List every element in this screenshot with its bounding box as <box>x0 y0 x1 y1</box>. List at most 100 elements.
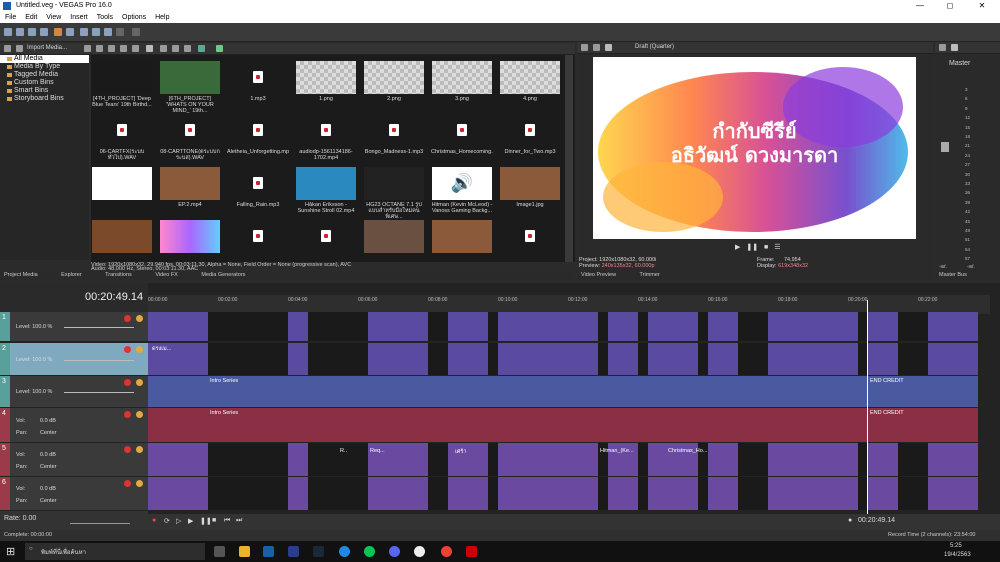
media-item[interactable]: 4.png <box>499 61 561 109</box>
solo-icon[interactable] <box>136 379 143 386</box>
timeline-clip[interactable] <box>448 312 488 341</box>
timeline-clip[interactable] <box>948 443 978 476</box>
tag-icon[interactable] <box>198 45 205 52</box>
track-header[interactable]: 5 Vol: 0.0 dB Pan: Center <box>0 443 148 477</box>
settings-icon[interactable] <box>132 45 139 52</box>
timeline-clip[interactable] <box>928 443 948 476</box>
timeline-clip[interactable] <box>708 477 738 510</box>
menu-file[interactable]: File <box>5 14 16 21</box>
fx-icon[interactable] <box>951 44 958 51</box>
timeline-clip[interactable] <box>868 443 898 476</box>
media-item[interactable]: 3.png <box>431 61 493 109</box>
new-project-icon[interactable] <box>4 28 12 36</box>
timeline-clip[interactable] <box>148 443 208 476</box>
loop-icon[interactable]: ⟳ <box>164 517 170 525</box>
media-item[interactable]: Christmas_Homecoming.mp3 <box>431 114 493 162</box>
mute-icon[interactable] <box>124 379 131 386</box>
timeline-clip[interactable] <box>148 376 978 407</box>
timeline-clip[interactable] <box>648 312 698 341</box>
track-header[interactable]: 4 Vol: 0.0 dB Pan: Center <box>0 408 148 443</box>
solo-icon[interactable] <box>136 346 143 353</box>
mute-icon[interactable] <box>124 411 131 418</box>
timeline-clip[interactable] <box>928 477 948 510</box>
import-media-button[interactable]: Import Media... <box>27 45 67 51</box>
timeline-clip[interactable] <box>288 312 308 341</box>
close-icon[interactable]: ✕ <box>967 0 997 12</box>
timeline-clip[interactable] <box>768 443 858 476</box>
undo-icon[interactable] <box>104 28 112 36</box>
playhead[interactable] <box>867 300 868 514</box>
file-explorer-icon[interactable] <box>239 546 250 557</box>
settings-icon[interactable] <box>593 44 600 51</box>
track-header[interactable]: 3 Level: 100.0 % <box>0 376 148 408</box>
mute-icon[interactable] <box>124 446 131 453</box>
save-icon[interactable] <box>28 28 36 36</box>
tree-item[interactable]: Custom Bins <box>0 79 89 87</box>
media-item[interactable]: Falling_Rain.mp3 <box>227 167 289 215</box>
vegas-icon[interactable] <box>263 546 274 557</box>
menu-options[interactable]: Options <box>122 14 146 21</box>
steam-icon[interactable] <box>313 546 324 557</box>
timeline-clip[interactable] <box>948 343 978 375</box>
open-icon[interactable] <box>16 28 24 36</box>
history-icon[interactable] <box>132 28 140 36</box>
timeline-clip[interactable] <box>498 477 598 510</box>
tab-media-generators[interactable]: Media Generators <box>201 272 245 278</box>
prev-frame-icon[interactable]: ⏮ <box>224 517 230 525</box>
record-icon[interactable]: ● <box>152 517 156 524</box>
line-icon[interactable] <box>364 546 375 557</box>
media-item[interactable]: [4TH_PROJECT] 'Deep Blue Tears' 19th Bir… <box>91 61 153 109</box>
master-fader[interactable] <box>941 142 949 152</box>
media-item[interactable]: 1.mp3 <box>227 61 289 109</box>
tab-explorer[interactable]: Explorer <box>61 272 81 278</box>
discord-icon[interactable] <box>389 546 400 557</box>
stop-icon[interactable]: ■ <box>764 244 768 251</box>
timeline-clip[interactable] <box>608 477 638 510</box>
tab-trimmer[interactable]: Trimmer <box>640 272 660 278</box>
media-item[interactable]: 08-CARTTONE(ตระบบกระบส).WAV <box>159 114 221 162</box>
app-red-icon[interactable] <box>466 546 477 557</box>
solo-icon[interactable] <box>136 480 143 487</box>
timeline-clip[interactable] <box>948 312 978 341</box>
fx-icon[interactable] <box>605 44 612 51</box>
edge-icon[interactable] <box>339 546 350 557</box>
track-header[interactable]: 1 Level: 100.0 % <box>0 312 148 342</box>
mute-icon[interactable] <box>124 315 131 322</box>
timeline-clip[interactable] <box>448 343 488 375</box>
timeline-clip[interactable] <box>368 343 428 375</box>
media-item[interactable] <box>159 220 221 262</box>
timeline-clip[interactable] <box>928 343 948 375</box>
media-item[interactable] <box>363 220 425 262</box>
view-icon[interactable] <box>84 45 91 52</box>
track-header[interactable]: 6 Vol: 0.0 dB Pan: Center <box>0 477 148 511</box>
timeline-clip[interactable] <box>368 477 428 510</box>
level-slider[interactable] <box>64 327 134 328</box>
media-item[interactable]: Image1.jpg <box>499 167 561 215</box>
play-icon[interactable]: ▶ <box>188 517 193 525</box>
media-item[interactable]: 2.png <box>363 61 425 109</box>
media-item[interactable] <box>431 220 493 262</box>
media-item[interactable]: [6TH_PROJECT] 'WHATS ON YOUR MIND_' 19th… <box>159 61 221 114</box>
gear-icon[interactable] <box>939 44 946 51</box>
timeline-clip[interactable] <box>708 343 738 375</box>
mute-icon[interactable] <box>124 480 131 487</box>
tab-video-fx[interactable]: Video FX <box>155 272 178 278</box>
timeline-clip[interactable] <box>498 443 598 476</box>
media-item[interactable]: 1.png <box>295 61 357 109</box>
minimize-icon[interactable]: — <box>905 0 935 12</box>
media-item[interactable]: 06-CARTFX(ระบบทั่วไป).WAV <box>91 114 153 162</box>
timeline-clip[interactable] <box>148 408 978 442</box>
app-icon[interactable] <box>414 546 425 557</box>
timeline-clip[interactable] <box>948 477 978 510</box>
windows-start-icon[interactable]: ⊞ <box>6 545 15 558</box>
timeline-clip[interactable] <box>868 477 898 510</box>
media-item[interactable]: 🔊 Hitman (Kevin McLeod) - Vanoss Gaming B… <box>431 167 493 215</box>
media-item[interactable] <box>91 220 153 262</box>
menu-help[interactable]: Help <box>155 14 169 21</box>
autoplay-icon[interactable] <box>184 45 191 52</box>
timeline-clip[interactable] <box>288 443 308 476</box>
timeline-clip[interactable] <box>448 477 488 510</box>
copy-icon[interactable] <box>92 28 100 36</box>
taskbar-search[interactable]: ○ พิมพ์ที่นี่เพื่อค้นหา <box>25 543 205 560</box>
next-frame-icon[interactable]: ⏭ <box>236 517 242 525</box>
